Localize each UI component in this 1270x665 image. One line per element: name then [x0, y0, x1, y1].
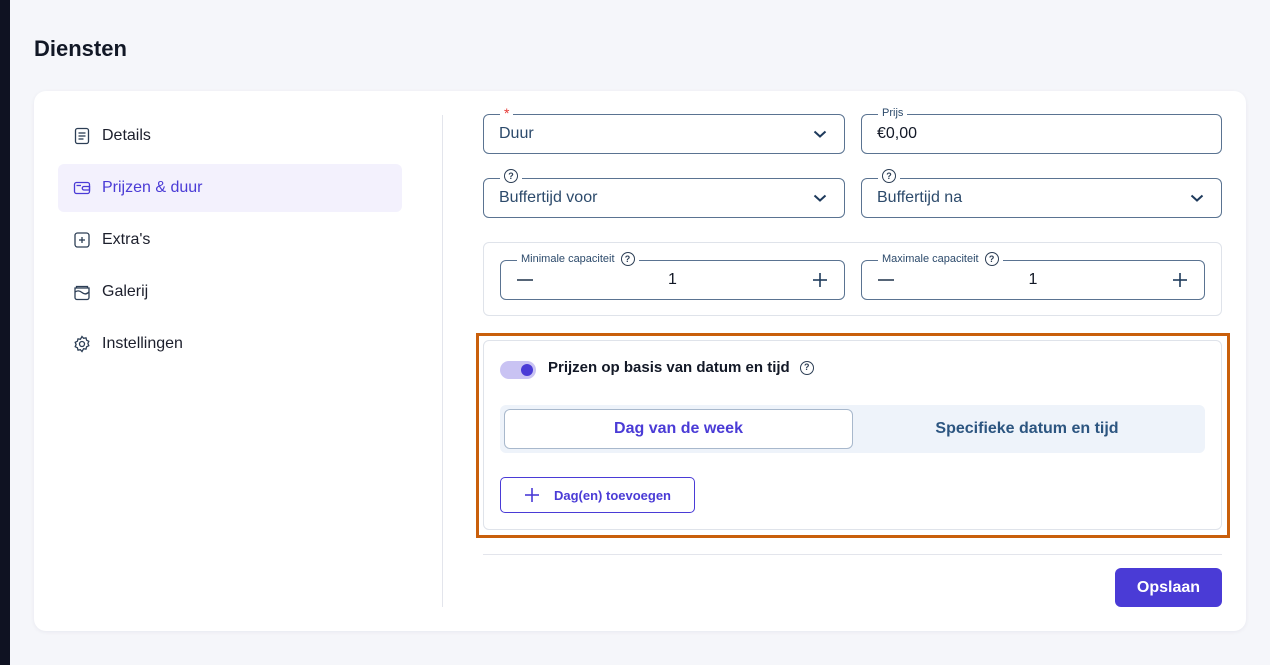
- service-editor-card: Details Prijzen & duur Extra's Galerij I…: [34, 91, 1246, 631]
- sidebar-item-label: Galerij: [102, 283, 149, 300]
- sidebar-item-gallery[interactable]: Galerij: [58, 268, 402, 316]
- price-value: €0,00: [877, 125, 918, 142]
- tab-day-of-week[interactable]: Dag van de week: [504, 409, 853, 449]
- buffer-before-placeholder: Buffertijd voor: [499, 189, 598, 206]
- date-time-pricing-heading: Prijzen op basis van datum en tijd ?: [548, 359, 814, 376]
- page-title: Diensten: [34, 36, 127, 61]
- increment-button[interactable]: [1170, 270, 1190, 290]
- buffer-after-select[interactable]: ? Buffertijd na: [861, 169, 1222, 218]
- plus-icon: [813, 273, 827, 287]
- chevron-down-icon: [1190, 194, 1204, 202]
- sidebar-item-settings[interactable]: Instellingen: [58, 320, 402, 368]
- help-icon[interactable]: ?: [504, 169, 518, 183]
- sidebar-item-extras[interactable]: Extra's: [58, 216, 402, 264]
- duration-label: *: [500, 105, 514, 121]
- price-input[interactable]: Prijs €0,00: [861, 105, 1222, 154]
- document-icon: [72, 126, 92, 146]
- duration-select[interactable]: * Duur: [483, 105, 845, 154]
- sidebar-item-label: Prijzen & duur: [102, 179, 203, 196]
- gallery-icon: [72, 282, 92, 302]
- add-days-label: Dag(en) toevoegen: [553, 487, 671, 503]
- buffer-after-label: ?: [878, 169, 900, 183]
- toggle-knob: [521, 364, 533, 376]
- save-button[interactable]: Opslaan: [1115, 568, 1222, 607]
- max-capacity-label-text: Maximale capaciteit: [882, 253, 979, 265]
- minus-icon: [878, 279, 894, 281]
- min-capacity-label-text: Minimale capaciteit: [521, 253, 615, 265]
- help-icon[interactable]: ?: [984, 252, 999, 266]
- min-capacity-stepper[interactable]: Minimale capaciteit ? 1: [500, 251, 845, 300]
- sidebar-item-details[interactable]: Details: [58, 112, 402, 160]
- plus-icon: [524, 488, 539, 502]
- help-icon[interactable]: ?: [799, 360, 814, 375]
- max-capacity-value[interactable]: 1: [1029, 271, 1038, 289]
- required-mark: *: [504, 105, 510, 121]
- date-time-pricing-section: Prijzen op basis van datum en tijd ? Dag…: [483, 340, 1222, 530]
- help-icon[interactable]: ?: [882, 169, 896, 183]
- gear-icon: [72, 334, 92, 354]
- buffer-after-placeholder: Buffertijd na: [877, 189, 963, 206]
- duration-placeholder: Duur: [499, 125, 534, 142]
- sidebar-item-pricing-duration[interactable]: Prijzen & duur: [58, 164, 402, 212]
- chevron-down-icon: [813, 130, 827, 138]
- sidebar-nav: Details Prijzen & duur Extra's Galerij I…: [58, 112, 402, 372]
- capacity-section: Minimale capaciteit ? 1 Maximale capacit…: [483, 242, 1222, 316]
- buffer-before-label: ?: [500, 169, 522, 183]
- vertical-divider: [442, 115, 443, 607]
- increment-button[interactable]: [810, 270, 830, 290]
- min-capacity-label: Minimale capaciteit ?: [517, 251, 639, 267]
- date-time-pricing-label: Prijzen op basis van datum en tijd: [548, 359, 790, 376]
- help-icon[interactable]: ?: [620, 252, 635, 266]
- pricing-mode-tabs: Dag van de week Specifieke datum en tijd: [500, 405, 1205, 453]
- wallet-icon: [72, 178, 92, 198]
- sidebar-item-label: Instellingen: [102, 335, 183, 352]
- max-capacity-stepper[interactable]: Maximale capaciteit ? 1: [861, 251, 1205, 300]
- price-label: Prijs: [878, 105, 908, 121]
- buffer-before-select[interactable]: ? Buffertijd voor: [483, 169, 845, 218]
- decrement-button[interactable]: [515, 270, 535, 290]
- add-days-button[interactable]: Dag(en) toevoegen: [500, 477, 695, 513]
- sidebar-item-label: Extra's: [102, 231, 151, 248]
- window-edge: [0, 0, 10, 665]
- decrement-button[interactable]: [876, 270, 896, 290]
- min-capacity-value[interactable]: 1: [668, 271, 677, 289]
- plus-icon: [1173, 273, 1187, 287]
- tab-specific-date-time[interactable]: Specifieke datum en tijd: [853, 409, 1201, 449]
- sidebar-item-label: Details: [102, 127, 151, 144]
- plus-square-icon: [72, 230, 92, 250]
- max-capacity-label: Maximale capaciteit ?: [878, 251, 1003, 267]
- horizontal-divider: [483, 554, 1222, 555]
- minus-icon: [517, 279, 533, 281]
- date-time-pricing-toggle[interactable]: [500, 361, 536, 379]
- chevron-down-icon: [813, 194, 827, 202]
